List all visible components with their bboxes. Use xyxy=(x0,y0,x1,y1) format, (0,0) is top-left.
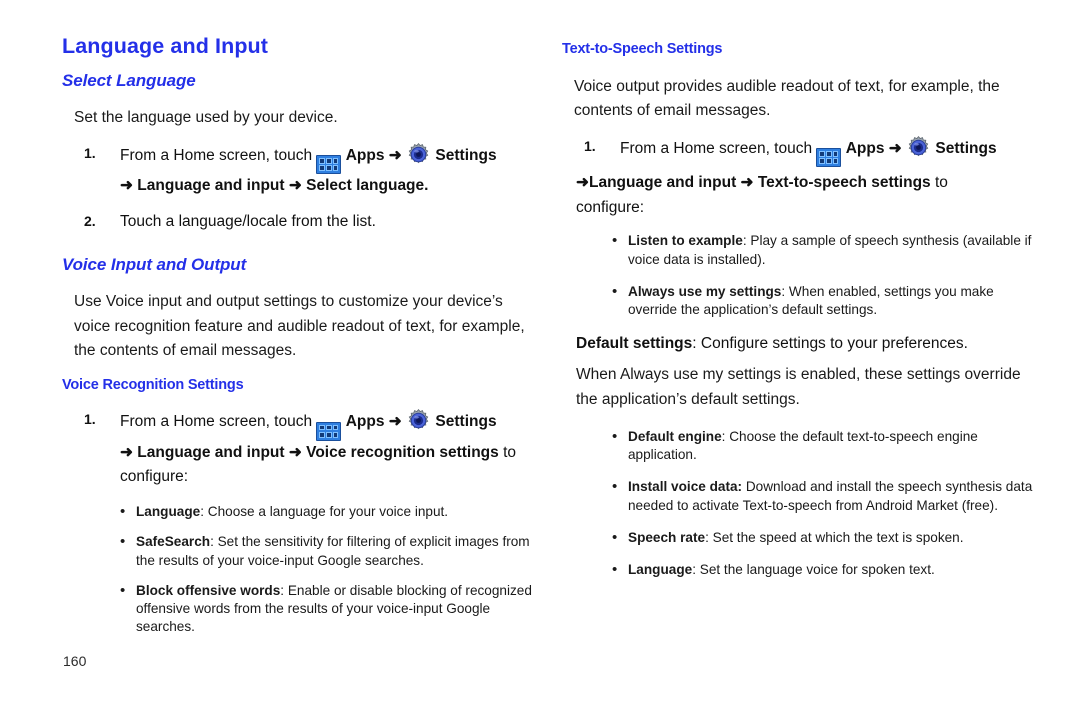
step-continuation-bold: ➜ Language and input ➜ Voice recognition… xyxy=(120,443,499,461)
step-text: From a Home screen, touch xyxy=(120,146,313,164)
arrow-glyph: ➜ xyxy=(888,139,902,157)
tts-bullets-top: Listen to example: Play a sample of spee… xyxy=(610,231,1042,319)
step-item: 1. From a Home screen, touch Apps ➜ Sett… xyxy=(62,142,532,199)
tts-step-continuation: ➜Language and input ➜ Text-to-speech set… xyxy=(576,171,1042,196)
list-item: Speech rate: Set the speed at which the … xyxy=(610,528,1042,548)
step-text: Touch a language/locale from the list. xyxy=(120,212,376,230)
bullet-term: SafeSearch xyxy=(136,534,211,550)
step-number: 1. xyxy=(84,411,96,428)
left-column: Language and Input Select Language Set t… xyxy=(62,0,532,636)
gear-icon xyxy=(406,142,431,167)
bullet-desc: : Set the language voice for spoken text… xyxy=(692,562,935,578)
step-item: 1. From a Home screen, touch Apps ➜ Sett… xyxy=(62,408,532,490)
select-language-intro: Set the language used by your device. xyxy=(74,109,338,127)
right-column: Text-to-Speech Settings Voice output pro… xyxy=(562,0,1042,580)
list-item: Language: Set the language voice for spo… xyxy=(610,560,1042,580)
step-item: 1. From a Home screen, touch Apps ➜ Sett… xyxy=(562,135,1042,167)
gear-icon xyxy=(906,135,931,160)
bullet-term: Block offensive words xyxy=(136,582,281,598)
heading-voice-recognition-settings: Voice Recognition Settings xyxy=(62,376,244,393)
tts-bullets-bottom: Default engine: Choose the default text-… xyxy=(610,427,1042,580)
select-language-steps: 1. From a Home screen, touch Apps ➜ Sett… xyxy=(62,142,532,235)
settings-label: Settings xyxy=(435,146,497,164)
voice-recognition-bullets: Language: Choose a language for your voi… xyxy=(118,502,532,637)
page-title: Language and Input xyxy=(62,34,269,58)
list-item: Block offensive words: Enable or disable… xyxy=(118,581,532,637)
heading-select-language: Select Language xyxy=(62,70,196,90)
list-item: Default engine: Choose the default text-… xyxy=(610,427,1042,464)
tts-step-continuation-bold: ➜Language and input ➜ Text-to-speech set… xyxy=(576,173,931,191)
apps-label: Apps xyxy=(345,146,385,164)
settings-label: Settings xyxy=(435,413,497,431)
bullet-term: Language xyxy=(628,562,693,578)
default-settings-term: Default settings xyxy=(576,335,693,353)
bullet-term: Language xyxy=(136,504,201,520)
heading-text-to-speech-settings: Text-to-Speech Settings xyxy=(562,41,723,57)
arrow-glyph: ➜ xyxy=(388,146,402,164)
step-continuation: ➜ Language and input ➜ Voice recognition… xyxy=(120,441,532,466)
manual-page: Language and Input Select Language Set t… xyxy=(0,0,1080,720)
list-item: Always use my settings: When enabled, se… xyxy=(610,282,1042,319)
step-number: 1. xyxy=(584,137,596,154)
settings-label: Settings xyxy=(935,139,997,157)
default-settings-desc: : Configure settings to your preferences… xyxy=(692,335,968,353)
bullet-term: Listen to example xyxy=(628,233,743,249)
tts-step-continuation-tail: to xyxy=(930,173,948,191)
bullet-term: Speech rate xyxy=(628,529,706,545)
apps-label: Apps xyxy=(845,139,885,157)
step-text: From a Home screen, touch xyxy=(120,413,313,431)
list-item: Language: Choose a language for your voi… xyxy=(118,502,532,522)
apps-grid-icon xyxy=(316,421,342,441)
list-item: Install voice data: Download and install… xyxy=(610,477,1042,514)
list-item: SafeSearch: Set the sensitivity for filt… xyxy=(118,532,532,569)
tts-step-configure: configure: xyxy=(576,198,645,216)
step-number: 2. xyxy=(84,212,96,229)
step-item: 2. Touch a language/locale from the list… xyxy=(62,210,532,235)
apps-label: Apps xyxy=(345,413,385,431)
bullet-desc: : Set the speed at which the text is spo… xyxy=(705,529,964,545)
heading-voice-input-output: Voice Input and Output xyxy=(62,254,247,274)
step-configure: configure: xyxy=(120,468,189,486)
arrow-glyph: ➜ xyxy=(388,413,402,431)
step-continuation: ➜ Language and input ➜ Select language. xyxy=(120,177,429,194)
bullet-term: Default engine xyxy=(628,429,722,445)
step-text: From a Home screen, touch xyxy=(620,139,813,157)
default-settings-line: Default settings: Configure settings to … xyxy=(576,332,1042,357)
step-continuation-tail: to xyxy=(498,443,517,461)
list-item: Listen to example: Play a sample of spee… xyxy=(610,231,1042,268)
page-number: 160 xyxy=(63,653,87,669)
apps-grid-icon xyxy=(816,147,842,167)
apps-grid-icon xyxy=(316,155,342,174)
bullet-desc: : Choose a language for your voice input… xyxy=(200,504,449,520)
voice-recognition-steps: 1. From a Home screen, touch Apps ➜ Sett… xyxy=(62,408,532,490)
override-paragraph: When Always use my settings is enabled, … xyxy=(576,366,1021,408)
tts-steps: 1. From a Home screen, touch Apps ➜ Sett… xyxy=(562,135,1042,167)
bullet-term: Always use my settings xyxy=(628,283,782,299)
gear-icon xyxy=(406,408,431,433)
bullet-term: Install voice data: xyxy=(628,479,743,495)
tts-intro: Voice output provides audible readout of… xyxy=(574,77,1000,120)
step-number: 1. xyxy=(84,144,96,161)
voice-input-output-intro: Use Voice input and output settings to c… xyxy=(74,293,525,360)
